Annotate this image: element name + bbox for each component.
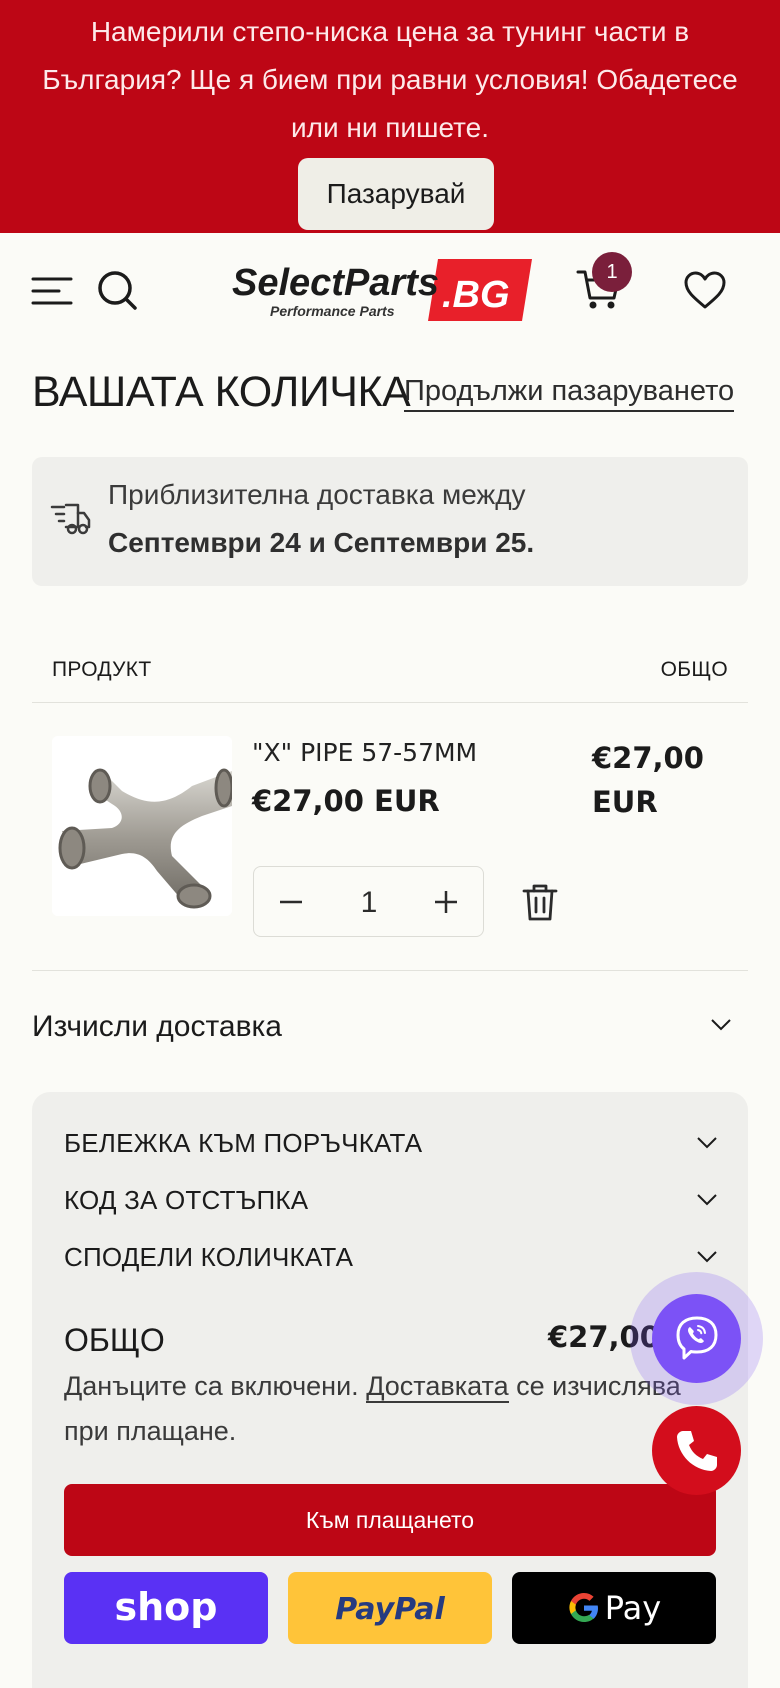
column-header-product: ПРОДУКТ	[52, 658, 152, 681]
total-label: ОБЩО	[64, 1322, 165, 1358]
quantity-input[interactable]: 1	[334, 867, 404, 938]
call-button[interactable]	[652, 1406, 741, 1495]
checkout-button[interactable]: Към плащането	[64, 1484, 716, 1556]
paypal-button[interactable]: PayPal	[288, 1572, 492, 1644]
google-pay-button[interactable]: Pay	[512, 1572, 716, 1644]
product-image[interactable]	[52, 736, 232, 916]
delivery-truck-icon	[50, 501, 92, 542]
remove-item-button[interactable]	[521, 882, 559, 927]
heart-icon[interactable]	[680, 265, 730, 315]
shop-pay-label: shop	[115, 1586, 218, 1629]
viber-icon	[676, 1316, 717, 1359]
delivery-estimate: Приблизителна доставка между Септември 2…	[32, 457, 748, 586]
product-name[interactable]: "X" PIPE 57-57MM	[252, 738, 477, 767]
menu-icon[interactable]	[30, 269, 74, 313]
column-header-total: ОБЩО	[660, 658, 728, 681]
increase-quantity-button[interactable]	[425, 881, 467, 923]
shop-now-button[interactable]: Пазарувай	[298, 158, 494, 230]
discount-code-toggle[interactable]: КОД ЗА ОТСТЪПКА	[64, 1185, 308, 1216]
site-header: SelectParts .BG Performance Parts 1	[0, 233, 780, 348]
viber-button[interactable]	[652, 1294, 741, 1383]
logo-main-text: SelectParts	[232, 262, 439, 304]
chevron-down-icon[interactable]	[696, 1250, 718, 1269]
minus-icon	[280, 900, 302, 904]
chevron-down-icon[interactable]	[696, 1136, 718, 1155]
product-line-total: €27,00 EUR	[592, 741, 704, 819]
cart-count-badge: 1	[592, 252, 632, 292]
tax-note: Данъците са включени. Доставката се изчи…	[64, 1364, 714, 1454]
delivery-text: Приблизителна доставка между	[108, 479, 526, 510]
product-price: €27,00 EUR	[252, 784, 440, 818]
shop-pay-button[interactable]: shop	[64, 1572, 268, 1644]
search-icon[interactable]	[94, 267, 140, 313]
site-logo[interactable]: SelectParts .BG Performance Parts	[230, 257, 532, 323]
google-pay-label: Pay	[604, 1589, 662, 1627]
trash-icon	[522, 884, 558, 921]
divider	[32, 702, 748, 703]
chevron-down-icon[interactable]	[696, 1193, 718, 1212]
quantity-stepper: 1	[253, 866, 484, 937]
tax-note-text: Данъците са включени.	[64, 1371, 367, 1401]
logo-suffix-text: .BG	[442, 274, 510, 316]
chevron-down-icon[interactable]	[710, 1018, 732, 1037]
delivery-dates: Септември 24 и Септември 25.	[108, 527, 535, 558]
share-cart-toggle[interactable]: СПОДЕЛИ КОЛИЧКАТА	[64, 1242, 353, 1273]
announcement-text: Намерили степо-ниска цена за тунинг част…	[42, 16, 738, 143]
phone-icon	[676, 1430, 717, 1471]
announcement-bar: Намерили степо-ниска цена за тунинг част…	[0, 0, 780, 233]
shipping-calculator-toggle[interactable]: Изчисли доставка	[32, 1010, 282, 1044]
plus-icon	[435, 891, 457, 913]
order-note-toggle[interactable]: БЕЛЕЖКА КЪМ ПОРЪЧКАТА	[64, 1128, 422, 1159]
order-summary: БЕЛЕЖКА КЪМ ПОРЪЧКАТА КОД ЗА ОТСТЪПКА СП…	[32, 1092, 748, 1688]
paypal-label: PayPal	[335, 1592, 445, 1627]
google-g-icon	[569, 1593, 598, 1622]
logo-tagline: Performance Parts	[270, 303, 395, 319]
divider	[32, 970, 748, 971]
shipping-policy-link[interactable]: Доставката	[366, 1371, 509, 1403]
continue-shopping-link[interactable]: Продължи пазаруването	[404, 372, 735, 412]
page-title: ВАШАТА КОЛИЧКА	[32, 368, 411, 416]
decrease-quantity-button[interactable]	[270, 881, 312, 923]
